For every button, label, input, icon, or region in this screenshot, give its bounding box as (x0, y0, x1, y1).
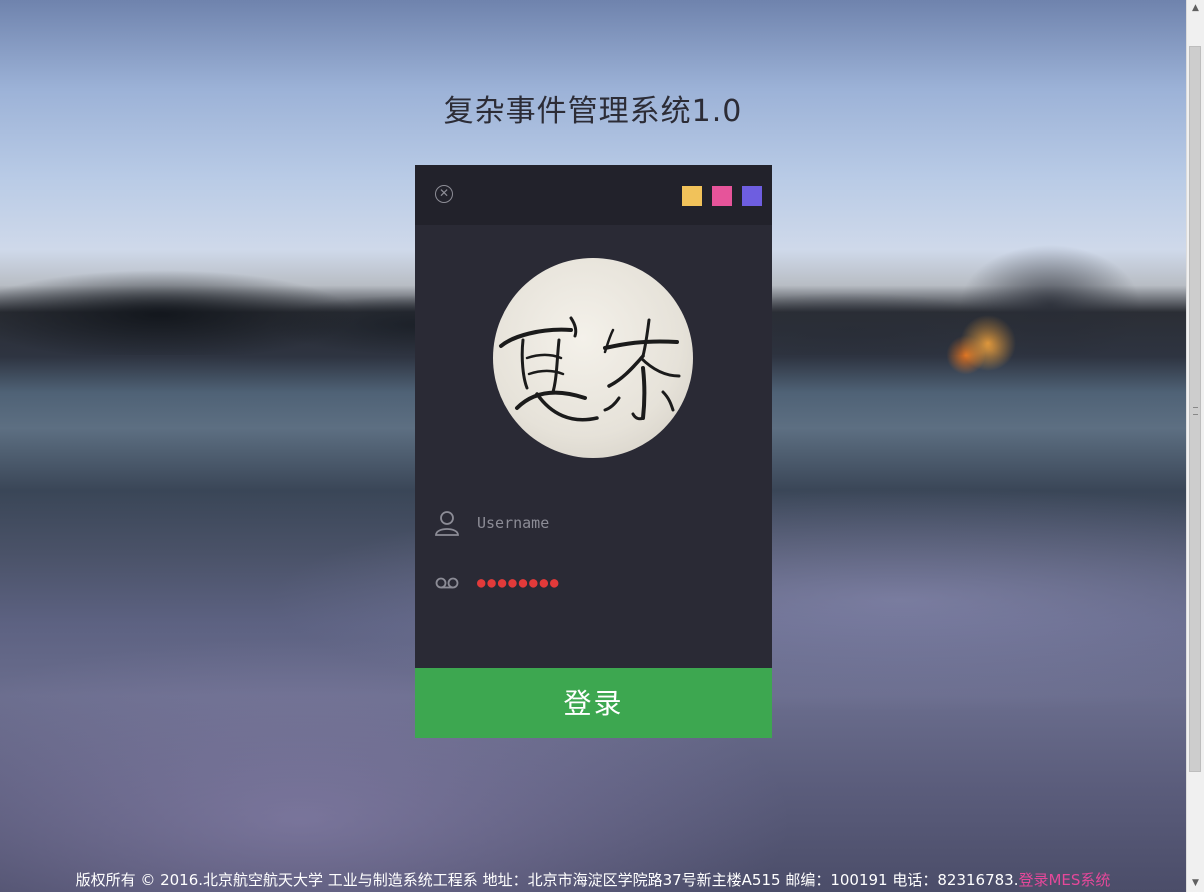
mes-login-link[interactable]: 登录MES系统 (1018, 871, 1110, 889)
login-panel: ✕ Username ●●●●●●●● 登录 (415, 165, 772, 738)
password-row (433, 565, 753, 601)
footer: 版权所有 © 2016.北京航空航天大学 工业与制造系统工程系 地址：北京市海淀… (0, 868, 1186, 892)
voicemail-icon (435, 577, 459, 589)
scroll-down-arrow-icon[interactable]: ▼ (1187, 875, 1204, 892)
theme-swatch-pink[interactable] (712, 186, 732, 206)
user-icon (435, 511, 459, 536)
scroll-up-arrow-icon[interactable]: ▲ (1187, 0, 1204, 17)
footer-copyright: 版权所有 © 2016.北京航空航天大学 工业与制造系统工程系 地址：北京市海淀… (75, 871, 1019, 889)
login-button[interactable]: 登录 (415, 668, 772, 738)
password-input[interactable] (477, 567, 747, 599)
page-title: 复杂事件管理系统1.0 (443, 94, 743, 129)
calligraphy-avatar-icon (499, 316, 681, 422)
theme-swatch-yellow[interactable] (682, 186, 702, 206)
username-row (433, 505, 753, 541)
close-icon[interactable]: ✕ (435, 185, 453, 203)
login-page: 复杂事件管理系统1.0 ✕ Username ●●●●●●●● 登录 版权所有 … (0, 0, 1204, 892)
panel-header: ✕ (415, 165, 772, 225)
scroll-grip-icon (1193, 407, 1198, 415)
avatar (493, 258, 693, 458)
scroll-thumb[interactable] (1189, 46, 1201, 772)
vertical-scrollbar[interactable]: ▲ ▼ (1186, 0, 1204, 892)
username-input[interactable] (477, 507, 747, 539)
theme-swatch-purple[interactable] (742, 186, 762, 206)
